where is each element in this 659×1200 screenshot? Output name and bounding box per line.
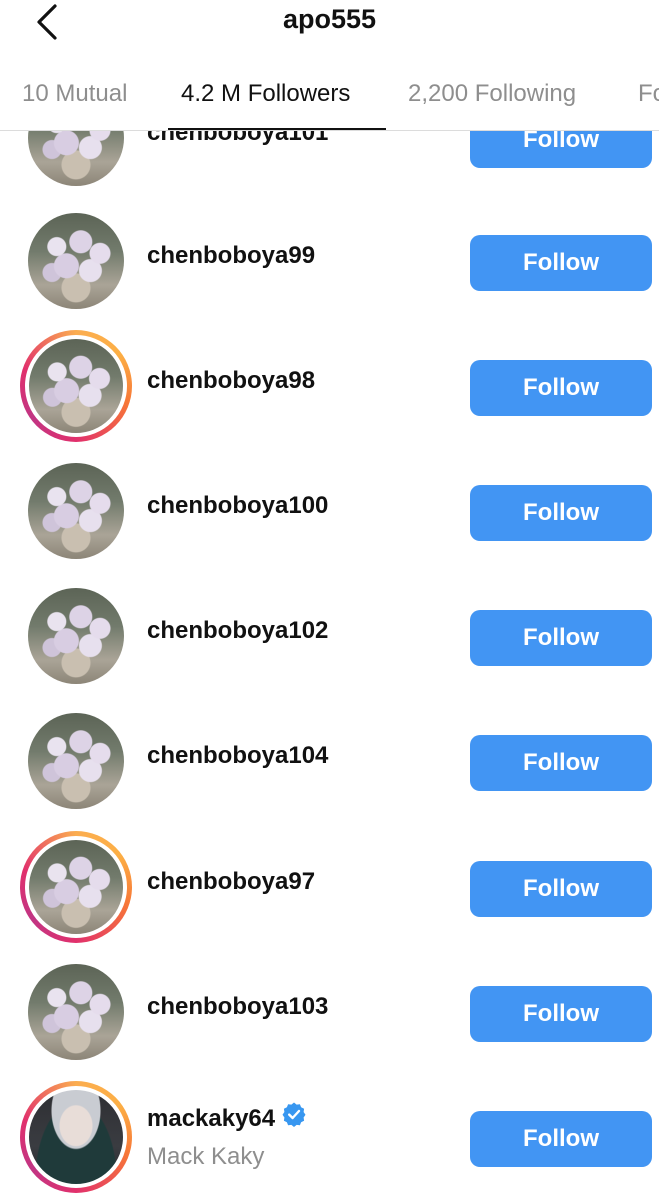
username[interactable]: chenboboya102	[147, 617, 328, 645]
username[interactable]: chenboboya104	[147, 742, 328, 770]
avatar	[25, 1086, 127, 1188]
tab-following[interactable]: 2,200 Following	[408, 80, 576, 108]
list-item[interactable]: chenboboya98 Follow	[0, 320, 659, 442]
avatar-container-story-ring[interactable]	[20, 831, 132, 943]
avatar	[28, 213, 124, 309]
list-item[interactable]: chenboboya100 Follow	[0, 445, 659, 565]
list-item[interactable]: chenboboya99 Follow	[0, 195, 659, 315]
avatar-container-story-ring[interactable]	[20, 330, 132, 442]
username[interactable]: chenboboya97	[147, 868, 315, 896]
avatar-container-story-ring[interactable]	[20, 1081, 132, 1193]
follow-button[interactable]: Follow	[470, 610, 652, 666]
list-item[interactable]: chenboboya104 Follow	[0, 695, 659, 815]
avatar-container[interactable]	[20, 455, 132, 567]
tab-mutual[interactable]: 10 Mutual	[22, 80, 127, 108]
username-text: mackaky64	[147, 1104, 276, 1132]
follow-button[interactable]: Follow	[470, 1111, 652, 1167]
verified-badge-icon	[281, 1101, 307, 1134]
follow-button[interactable]: Follow	[470, 986, 652, 1042]
follow-button[interactable]: Follow	[470, 735, 652, 791]
username[interactable]: chenboboya103	[147, 993, 328, 1021]
active-tab-indicator	[168, 128, 386, 130]
tab-bar: 10 Mutual 4.2 M Followers 2,200 Followin…	[0, 62, 659, 131]
avatar	[28, 964, 124, 1060]
username[interactable]: chenboboya100	[147, 492, 328, 520]
avatar-container[interactable]	[20, 705, 132, 817]
list-item[interactable]: chenboboya97 Follow	[0, 821, 659, 943]
username[interactable]: mackaky64	[147, 1101, 307, 1136]
follow-button[interactable]: Follow	[470, 861, 652, 917]
avatar-container[interactable]	[20, 956, 132, 1068]
avatar-container[interactable]	[20, 205, 132, 317]
avatar	[28, 463, 124, 559]
avatar	[25, 335, 127, 437]
page-title: apo555	[282, 4, 377, 34]
avatar	[28, 713, 124, 809]
follow-button[interactable]: Follow	[470, 485, 652, 541]
follow-button[interactable]: Follow	[470, 235, 652, 291]
top-bar: apo555	[0, 0, 659, 62]
tab-more[interactable]: Fo	[638, 80, 659, 108]
tab-followers[interactable]: 4.2 M Followers	[181, 80, 350, 108]
avatar-container[interactable]	[20, 580, 132, 692]
avatar	[28, 588, 124, 684]
list-item[interactable]: chenboboya103 Follow	[0, 946, 659, 1066]
username[interactable]: chenboboya99	[147, 242, 315, 270]
avatar	[25, 836, 127, 938]
list-item[interactable]: chenboboya102 Follow	[0, 570, 659, 690]
followers-list[interactable]: chenboboya101 Follow chenboboya99 Follow…	[0, 0, 659, 1200]
full-name: Mack Kaky	[147, 1143, 265, 1170]
username[interactable]: chenboboya98	[147, 367, 315, 395]
follow-button[interactable]: Follow	[470, 360, 652, 416]
list-item[interactable]: mackaky64 Mack Kaky Follow	[0, 1071, 659, 1193]
